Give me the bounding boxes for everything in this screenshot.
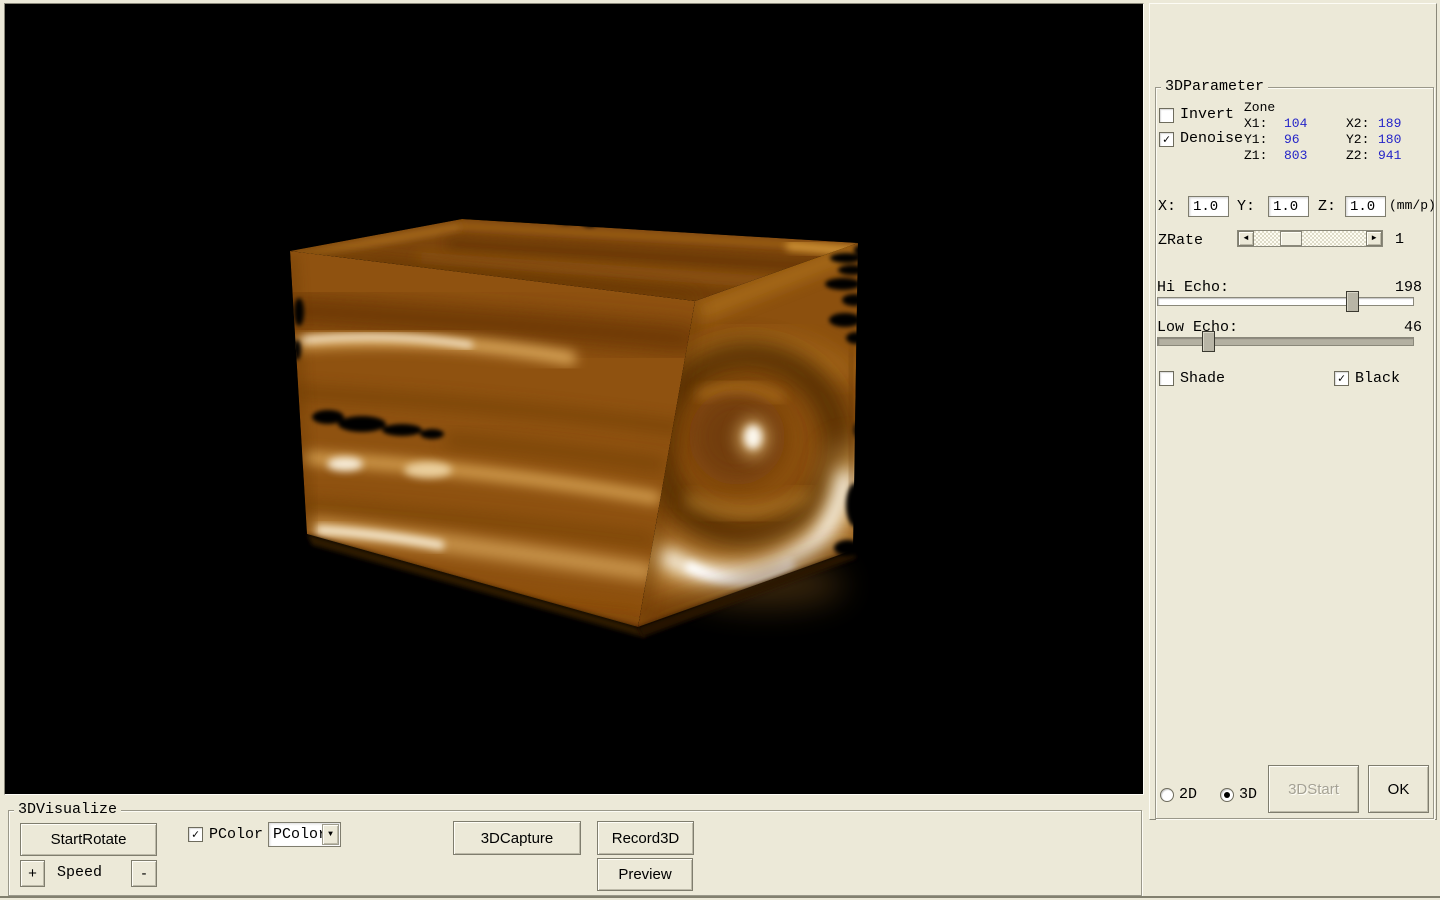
- window-bottom-edge: [0, 896, 1440, 898]
- chevron-down-icon: ▼: [328, 830, 333, 839]
- parameter-groupbox-title: 3DParameter: [1161, 78, 1268, 96]
- zone-y1-value: 96: [1284, 132, 1300, 147]
- speed-label: Speed: [57, 865, 102, 881]
- mode-2d-radio[interactable]: [1160, 788, 1174, 802]
- zone-z2-value: 941: [1378, 148, 1401, 163]
- hi-echo-label: Hi Echo:: [1157, 280, 1229, 296]
- zrate-thumb[interactable]: [1280, 231, 1302, 246]
- check-icon: ✓: [1338, 373, 1345, 385]
- zrate-label: ZRate: [1158, 233, 1203, 249]
- parameter-panel: 3DParameter Invert ✓ Denoise Zone X1: 10…: [1149, 3, 1437, 820]
- shade-label: Shade: [1180, 371, 1225, 387]
- visualize-groupbox: 3DVisualize StartRotate + Speed - ✓ PCol…: [8, 810, 1142, 896]
- invert-checkbox[interactable]: [1159, 108, 1174, 123]
- pcolor-select[interactable]: PColor ▼: [268, 822, 341, 847]
- zone-x2-value: 189: [1378, 116, 1401, 131]
- low-echo-value: 46: [1386, 320, 1422, 336]
- zrate-value: 1: [1395, 232, 1404, 248]
- parameter-groupbox: 3DParameter Invert ✓ Denoise Zone X1: 10…: [1155, 87, 1434, 819]
- zone-y2-value: 180: [1378, 132, 1401, 147]
- pcolor-label: PColor: [209, 827, 263, 843]
- z-scale-input[interactable]: [1345, 196, 1386, 217]
- speed-minus-button[interactable]: -: [131, 860, 157, 887]
- low-echo-thumb[interactable]: [1202, 331, 1215, 352]
- denoise-label: Denoise: [1180, 131, 1243, 147]
- x-scale-label: X:: [1158, 199, 1176, 215]
- volume-render-3d[interactable]: [5, 4, 1143, 794]
- black-checkbox[interactable]: ✓: [1334, 371, 1349, 386]
- mode-3d-radio[interactable]: [1220, 788, 1234, 802]
- invert-label: Invert: [1180, 107, 1234, 123]
- check-icon: ✓: [1163, 134, 1170, 146]
- zone-x1-value: 104: [1284, 116, 1307, 131]
- hi-echo-value: 198: [1386, 280, 1422, 296]
- zone-z2-label: Z2:: [1346, 148, 1369, 163]
- zrate-right-arrow-button[interactable]: ►: [1366, 231, 1382, 246]
- denoise-checkbox[interactable]: ✓: [1159, 132, 1174, 147]
- y-scale-input[interactable]: [1268, 196, 1309, 217]
- y-scale-label: Y:: [1237, 199, 1255, 215]
- pcolor-select-value: PColor: [273, 826, 327, 843]
- z-scale-label: Z:: [1318, 199, 1336, 215]
- black-label: Black: [1355, 371, 1400, 387]
- ok-button[interactable]: OK: [1368, 765, 1429, 813]
- mode-2d-label: 2D: [1179, 787, 1197, 803]
- radio-dot: [1224, 792, 1230, 798]
- visualize-groupbox-title: 3DVisualize: [14, 801, 121, 819]
- speed-plus-button[interactable]: +: [20, 860, 45, 887]
- app-window: 3DParameter Invert ✓ Denoise Zone X1: 10…: [0, 0, 1440, 900]
- start3d-button[interactable]: 3DStart: [1268, 765, 1359, 813]
- record3d-button[interactable]: Record3D: [597, 821, 694, 855]
- zone-title: Zone: [1244, 100, 1275, 115]
- zrate-left-arrow-button[interactable]: ◄: [1238, 231, 1254, 246]
- capture3d-button[interactable]: 3DCapture: [453, 821, 581, 855]
- x-scale-input[interactable]: [1188, 196, 1229, 217]
- start-rotate-button[interactable]: StartRotate: [20, 823, 157, 856]
- zone-y1-label: Y1:: [1244, 132, 1267, 147]
- check-icon: ✓: [192, 829, 199, 841]
- zone-y2-label: Y2:: [1346, 132, 1369, 147]
- hi-echo-slider[interactable]: [1157, 297, 1414, 306]
- scale-unit-label: (mm/p): [1389, 198, 1436, 213]
- right-arrow-icon: ►: [1372, 235, 1377, 243]
- render-viewport[interactable]: [4, 3, 1144, 795]
- zone-x2-label: X2:: [1346, 116, 1369, 131]
- low-echo-label: Low Echo:: [1157, 320, 1238, 336]
- low-echo-slider[interactable]: [1157, 337, 1414, 346]
- mode-3d-label: 3D: [1239, 787, 1257, 803]
- pcolor-checkbox[interactable]: ✓: [188, 827, 203, 842]
- left-arrow-icon: ◄: [1244, 235, 1249, 243]
- shade-checkbox[interactable]: [1159, 371, 1174, 386]
- pcolor-select-dropdown-button[interactable]: ▼: [322, 824, 339, 845]
- zone-z1-value: 803: [1284, 148, 1307, 163]
- preview-button[interactable]: Preview: [597, 858, 693, 891]
- hi-echo-thumb[interactable]: [1346, 291, 1359, 312]
- zone-x1-label: X1:: [1244, 116, 1267, 131]
- zone-z1-label: Z1:: [1244, 148, 1267, 163]
- zrate-scrollbar[interactable]: ◄ ►: [1237, 230, 1383, 247]
